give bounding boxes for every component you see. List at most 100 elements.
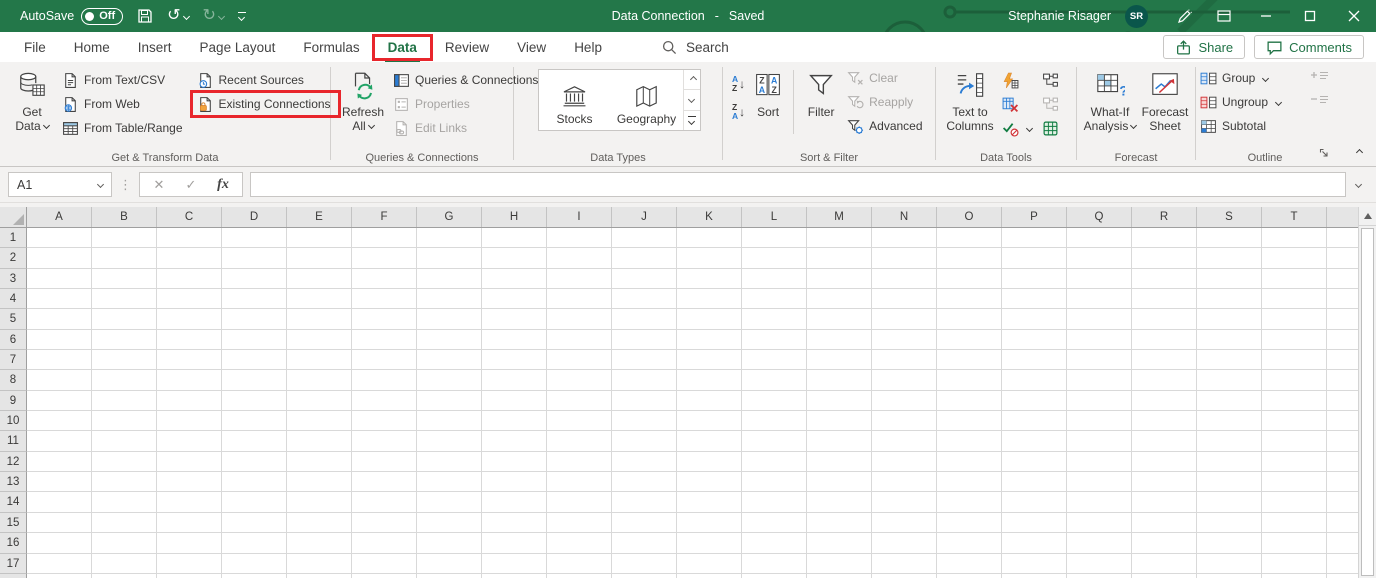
column-header[interactable]: A — [27, 207, 92, 227]
minimize-button[interactable] — [1244, 0, 1288, 32]
spreadsheet-cell[interactable] — [547, 309, 612, 329]
spreadsheet-cell[interactable] — [677, 492, 742, 512]
spreadsheet-cell[interactable] — [1197, 513, 1262, 533]
spreadsheet-cell[interactable] — [1067, 391, 1132, 411]
spreadsheet-cell[interactable] — [27, 533, 92, 553]
spreadsheet-cell[interactable] — [872, 411, 937, 431]
spreadsheet-cell[interactable] — [92, 574, 157, 578]
cancel-button[interactable]: ✕ — [144, 177, 174, 193]
spreadsheet-cell[interactable] — [352, 554, 417, 574]
spreadsheet-cell[interactable] — [872, 492, 937, 512]
advanced-filter-button[interactable]: Advanced — [843, 114, 926, 138]
spreadsheet-cell[interactable] — [92, 248, 157, 268]
formula-input[interactable] — [250, 172, 1346, 197]
row-header[interactable]: 13 — [0, 472, 27, 492]
spreadsheet-cell[interactable] — [27, 452, 92, 472]
spreadsheet-cell[interactable] — [547, 411, 612, 431]
scrollbar-thumb[interactable] — [1361, 228, 1374, 576]
spreadsheet-cell[interactable] — [92, 330, 157, 350]
spreadsheet-cell[interactable] — [417, 370, 482, 390]
spreadsheet-cell[interactable] — [1197, 391, 1262, 411]
column-header[interactable]: Q — [1067, 207, 1132, 227]
spreadsheet-cell[interactable] — [1132, 411, 1197, 431]
spreadsheet-cell[interactable] — [222, 248, 287, 268]
spreadsheet-cell[interactable] — [1327, 513, 1358, 533]
spreadsheet-cell[interactable] — [1002, 492, 1067, 512]
spreadsheet-cell[interactable] — [1262, 248, 1327, 268]
spreadsheet-cell[interactable] — [742, 492, 807, 512]
spreadsheet-cell[interactable] — [937, 350, 1002, 370]
column-header[interactable]: C — [157, 207, 222, 227]
spreadsheet-cell[interactable] — [937, 248, 1002, 268]
spreadsheet-cell[interactable] — [1197, 370, 1262, 390]
spreadsheet-cell[interactable] — [417, 269, 482, 289]
spreadsheet-cell[interactable] — [417, 248, 482, 268]
column-header[interactable]: D — [222, 207, 287, 227]
spreadsheet-cell[interactable] — [157, 269, 222, 289]
spreadsheet-cell[interactable] — [547, 248, 612, 268]
spreadsheet-cell[interactable] — [547, 289, 612, 309]
spreadsheet-cell[interactable] — [807, 350, 872, 370]
spreadsheet-cell[interactable] — [1327, 574, 1358, 578]
spreadsheet-cell[interactable] — [222, 492, 287, 512]
spreadsheet-cell[interactable] — [222, 370, 287, 390]
spreadsheet-cell[interactable] — [287, 554, 352, 574]
spreadsheet-cell[interactable] — [417, 309, 482, 329]
spreadsheet-cell[interactable] — [1197, 431, 1262, 451]
spreadsheet-cell[interactable] — [742, 472, 807, 492]
spreadsheet-cell[interactable] — [27, 492, 92, 512]
spreadsheet-cell[interactable] — [1002, 452, 1067, 472]
spreadsheet-cell[interactable] — [1002, 533, 1067, 553]
spreadsheet-cell[interactable] — [287, 411, 352, 431]
spreadsheet-cell[interactable] — [27, 309, 92, 329]
tab-data[interactable]: Data — [374, 32, 431, 62]
spreadsheet-cell[interactable] — [482, 330, 547, 350]
spreadsheet-cell[interactable] — [1002, 472, 1067, 492]
spreadsheet-cell[interactable] — [92, 289, 157, 309]
spreadsheet-cell[interactable] — [482, 309, 547, 329]
consolidate-button[interactable] — [1038, 68, 1063, 92]
spreadsheet-cell[interactable] — [1197, 574, 1262, 578]
row-header[interactable]: 11 — [0, 431, 27, 451]
spreadsheet-cell[interactable] — [937, 411, 1002, 431]
from-text-csv-button[interactable]: From Text/CSV — [58, 68, 187, 92]
spreadsheet-cell[interactable] — [937, 309, 1002, 329]
spreadsheet-cell[interactable] — [742, 431, 807, 451]
spreadsheet-cell[interactable] — [1197, 269, 1262, 289]
spreadsheet-cell[interactable] — [612, 350, 677, 370]
spreadsheet-cell[interactable] — [352, 574, 417, 578]
spreadsheet-cell[interactable] — [417, 452, 482, 472]
spreadsheet-cell[interactable] — [1132, 309, 1197, 329]
spreadsheet-cell[interactable] — [1262, 411, 1327, 431]
spreadsheet-cell[interactable] — [92, 309, 157, 329]
search-box[interactable]: Search — [662, 32, 729, 62]
spreadsheet-cell[interactable] — [1262, 452, 1327, 472]
spreadsheet-cell[interactable] — [677, 228, 742, 248]
spreadsheet-cell[interactable] — [937, 228, 1002, 248]
spreadsheet-cell[interactable] — [1262, 269, 1327, 289]
spreadsheet-cell[interactable] — [417, 513, 482, 533]
spreadsheet-cell[interactable] — [1132, 472, 1197, 492]
row-header[interactable]: 15 — [0, 513, 27, 533]
forecast-sheet-button[interactable]: Forecast Sheet — [1138, 64, 1192, 146]
column-header[interactable]: F — [352, 207, 417, 227]
spreadsheet-cell[interactable] — [1002, 370, 1067, 390]
row-header[interactable]: 9 — [0, 391, 27, 411]
spreadsheet-cell[interactable] — [157, 228, 222, 248]
spreadsheet-cell[interactable] — [742, 248, 807, 268]
data-validation-button[interactable] — [998, 116, 1036, 140]
enter-button[interactable]: ✓ — [176, 177, 206, 193]
spreadsheet-cell[interactable] — [742, 391, 807, 411]
spreadsheet-cell[interactable] — [742, 554, 807, 574]
spreadsheet-cell[interactable] — [742, 350, 807, 370]
spreadsheet-cell[interactable] — [92, 370, 157, 390]
spreadsheet-cell[interactable] — [937, 289, 1002, 309]
spreadsheet-cell[interactable] — [547, 350, 612, 370]
spreadsheet-cell[interactable] — [157, 472, 222, 492]
spreadsheet-cell[interactable] — [287, 228, 352, 248]
spreadsheet-cell[interactable] — [1067, 452, 1132, 472]
spreadsheet-cell[interactable] — [1197, 452, 1262, 472]
spreadsheet-cell[interactable] — [1002, 330, 1067, 350]
spreadsheet-cell[interactable] — [807, 452, 872, 472]
spreadsheet-cell[interactable] — [287, 248, 352, 268]
